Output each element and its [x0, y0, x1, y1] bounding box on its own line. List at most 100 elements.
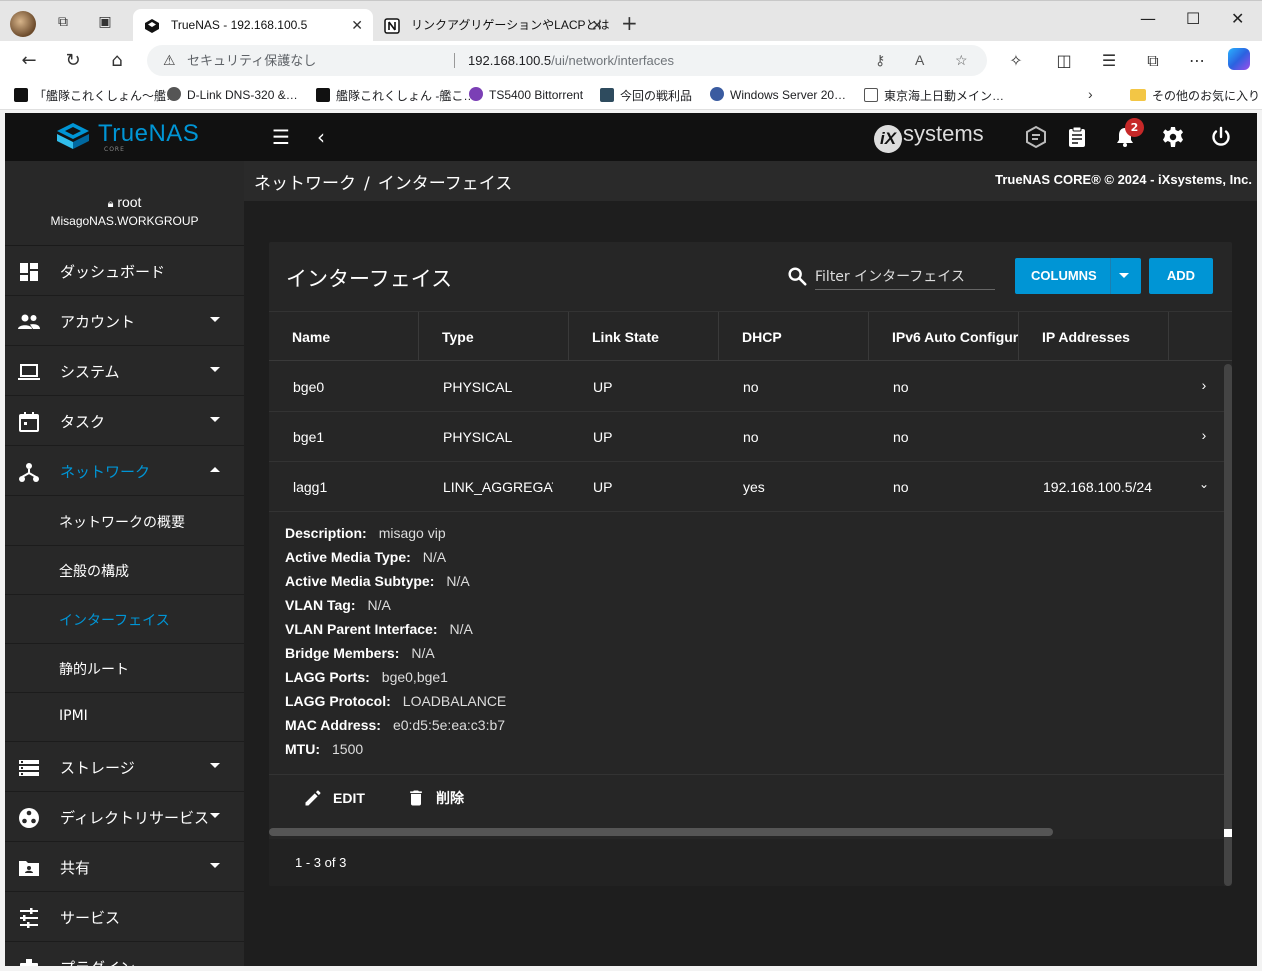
workspaces-icon[interactable]: ⧉ [54, 13, 72, 31]
bookmark-item[interactable]: Windows Server 20… [710, 87, 846, 102]
table-row[interactable]: lagg1 LINK_AGGREGATI UP yes no 192.168.1… [269, 462, 1224, 512]
sidebar-subitem-global-config[interactable]: 全般の構成 [5, 546, 244, 595]
truenas-logo-icon [57, 123, 89, 149]
bookmark-item[interactable]: TS5400 Bittorrent [469, 87, 583, 102]
vendor-name: systems [903, 121, 984, 146]
breadcrumb: ネットワーク / インターフェイス [254, 169, 512, 194]
chevron-right-icon[interactable]: › [1088, 86, 1093, 102]
sidebar-subitem-network-summary[interactable]: ネットワークの概要 [5, 497, 244, 546]
key-icon[interactable]: ⚷ [875, 45, 885, 76]
reload-icon[interactable]: ↻ [62, 50, 84, 71]
column-header-dhcp[interactable]: DHCP [719, 312, 869, 361]
favorites-icon[interactable]: ☰ [1098, 51, 1120, 70]
sidebar-subitem-ipmi[interactable]: IPMI [5, 693, 244, 742]
detail-mtu: MTU: 1500 [285, 741, 363, 765]
detail-bridge-members: Bridge Members: N/A [285, 645, 435, 669]
chevron-right-icon[interactable]: › [1197, 377, 1211, 393]
sidebar-item-label: 共有 [60, 859, 91, 877]
tab-actions-icon[interactable]: ▣ [96, 13, 114, 31]
extensions-icon[interactable]: ✧ [1005, 51, 1027, 70]
detail-active-media-subtype: Active Media Subtype: N/A [285, 573, 470, 597]
truecommand-icon[interactable] [1024, 125, 1048, 149]
column-header-ip-addresses[interactable]: IP Addresses [1019, 312, 1169, 361]
minimize-icon[interactable]: — [1140, 9, 1156, 28]
edit-button[interactable]: EDIT [303, 788, 365, 808]
columns-button[interactable]: COLUMNS [1015, 258, 1141, 294]
bookmark-item[interactable]: D-Link DNS-320 &… [167, 87, 298, 102]
maximize-icon[interactable]: ☐ [1186, 9, 1200, 28]
search-input[interactable] [815, 264, 995, 290]
sidebar-item-services[interactable]: サービス [5, 893, 244, 942]
tab-close-icon[interactable]: ✕ [351, 9, 363, 42]
trash-icon [410, 790, 422, 806]
detail-vlan-tag: VLAN Tag: N/A [285, 597, 391, 621]
ixsystems-logo[interactable]: iX systems [874, 121, 984, 153]
sidebar-item-system[interactable]: システム [5, 347, 244, 396]
copyright-text: TrueNAS CORE® © 2024 - iXsystems, Inc. [995, 172, 1252, 187]
directory-icon [19, 808, 39, 828]
cell-type: LINK_AGGREGATI [443, 479, 553, 495]
collections-icon[interactable]: ⧉ [1142, 51, 1164, 71]
search-icon[interactable] [786, 265, 808, 287]
logo[interactable]: TrueNAS CORE [5, 113, 244, 161]
split-screen-icon[interactable]: ◫ [1053, 51, 1075, 70]
sidebar-item-sharing[interactable]: 共有 [5, 843, 244, 892]
delete-button[interactable]: 削除 [406, 788, 464, 808]
tab-truenas[interactable]: TrueNAS - 192.168.100.5 ✕ [133, 9, 373, 42]
favorite-star-icon[interactable]: ☆ [955, 45, 968, 76]
bookmark-item[interactable]: 今回の戦利品 [600, 87, 692, 104]
detail-value: N/A [422, 549, 447, 565]
table-row[interactable]: bge1 PHYSICAL UP no no › [269, 412, 1224, 462]
sidebar-subitem-interfaces[interactable]: インターフェイス [5, 595, 244, 644]
warning-icon[interactable]: ⚠ [163, 45, 176, 76]
copilot-icon[interactable] [1228, 48, 1250, 70]
column-header-link-state[interactable]: Link State [569, 312, 719, 361]
sidebar-item-tasks[interactable]: タスク [5, 397, 244, 446]
task-manager-icon[interactable] [1065, 125, 1089, 149]
power-icon[interactable] [1209, 125, 1233, 149]
sidebar-item-storage[interactable]: ストレージ [5, 743, 244, 792]
table-row[interactable]: bge0 PHYSICAL UP no no › [269, 362, 1224, 412]
column-header-name[interactable]: Name [269, 312, 419, 361]
sidebar-item-plugins[interactable]: プラグイン [5, 943, 244, 966]
tab-notion[interactable]: リンクアグリゲーションやLACPとは何で ✕ [373, 9, 613, 65]
add-button[interactable]: ADD [1149, 258, 1213, 294]
url-text[interactable]: 192.168.100.5/ui/network/interfaces [468, 45, 674, 76]
back-icon[interactable]: ← [18, 50, 40, 71]
detail-value: N/A [449, 621, 473, 637]
columns-separator [1110, 258, 1111, 294]
menu-icon[interactable]: ☰ [268, 125, 294, 149]
sidebar-item-dashboard[interactable]: ダッシュボード [5, 247, 244, 296]
horizontal-scrollbar[interactable] [269, 828, 1053, 836]
vertical-scrollbar[interactable] [1224, 364, 1232, 886]
more-icon[interactable]: ⋯ [1186, 51, 1208, 70]
profile-avatar[interactable] [10, 11, 36, 37]
read-aloud-icon[interactable]: A [915, 45, 924, 76]
bookmark-item[interactable]: 「艦隊これくしょん～艦… [14, 87, 178, 104]
sidebar-item-directory-services[interactable]: ディレクトリサービス [5, 793, 244, 842]
new-tab-icon[interactable]: + [621, 11, 638, 35]
window-close-icon[interactable]: ✕ [1231, 9, 1244, 28]
omnibox[interactable]: ⚠ セキュリティ保護なし 192.168.100.5/ui/network/in… [147, 45, 987, 76]
bookmark-item[interactable]: 艦隊これくしょん -艦こ… [316, 87, 475, 104]
breadcrumb-network[interactable]: ネットワーク [254, 174, 356, 194]
cell-ipv6: no [893, 429, 909, 445]
other-favorites-folder[interactable]: その他のお気に入り [1130, 87, 1260, 104]
column-header-ipv6[interactable]: IPv6 Auto Configure [869, 312, 1019, 361]
home-icon[interactable]: ⌂ [106, 50, 128, 71]
tab-close-icon[interactable]: ✕ [591, 9, 603, 42]
delete-label: 削除 [436, 790, 464, 806]
collapse-chevron-icon[interactable]: ‹ [308, 125, 334, 149]
brand-sub: CORE [104, 146, 125, 153]
bookmark-item[interactable]: 東京海上日動メイン… [864, 87, 1004, 104]
sidebar-item-accounts[interactable]: アカウント [5, 297, 244, 346]
security-label[interactable]: セキュリティ保護なし [187, 45, 316, 76]
sidebar-item-network[interactable]: ネットワーク [5, 447, 244, 496]
detail-mac-address: MAC Address: e0:d5:5e:ea:c3:b7 [285, 717, 505, 741]
settings-gear-icon[interactable] [1161, 125, 1185, 149]
chevron-right-icon[interactable]: › [1197, 427, 1211, 443]
chevron-down-icon[interactable]: ⌄ [1197, 477, 1211, 491]
caret-down-icon[interactable] [1119, 273, 1129, 278]
sidebar-subitem-static-routes[interactable]: 静的ルート [5, 644, 244, 693]
column-header-type[interactable]: Type [419, 312, 569, 361]
